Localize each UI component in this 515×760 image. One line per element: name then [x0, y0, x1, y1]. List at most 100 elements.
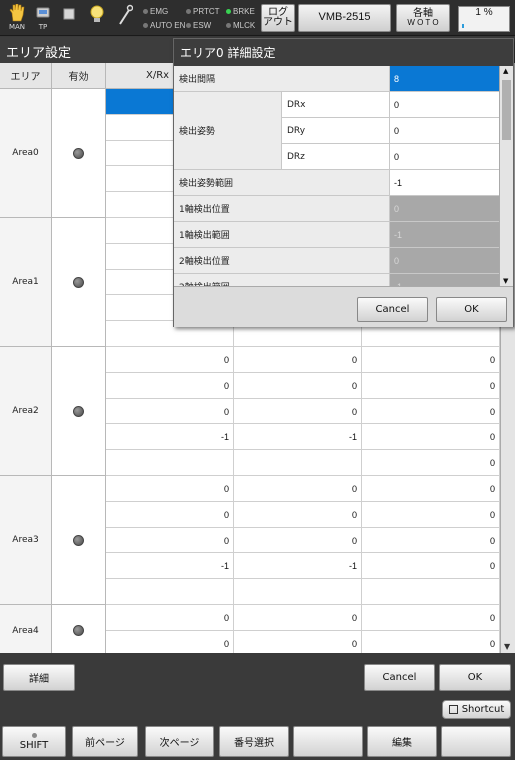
- table-cell[interactable]: 0: [106, 630, 234, 653]
- dialog-cancel-button[interactable]: Cancel: [357, 297, 428, 322]
- area-enabled-toggle[interactable]: [52, 605, 106, 653]
- hand-icon[interactable]: MAN: [4, 2, 30, 34]
- table-cell[interactable]: 0: [362, 553, 500, 580]
- tool-icon[interactable]: [112, 2, 138, 34]
- fkey-number-select[interactable]: 番号選択: [219, 726, 289, 757]
- table-cell[interactable]: 0: [106, 476, 234, 502]
- model-button[interactable]: VMB-2515: [298, 4, 391, 32]
- scroll-thumb[interactable]: [502, 80, 511, 140]
- fkey-empty-5[interactable]: [293, 726, 363, 757]
- setting-value-axis2-range[interactable]: -1: [390, 274, 499, 286]
- stop-icon[interactable]: [56, 2, 82, 34]
- table-cell[interactable]: 0: [362, 527, 500, 554]
- setting-label: 検出姿勢範囲: [174, 170, 390, 196]
- table-cell[interactable]: [106, 579, 234, 605]
- table-cell[interactable]: 0: [234, 527, 362, 554]
- logout-button[interactable]: ログ アウト: [261, 4, 295, 32]
- table-cell[interactable]: 0: [362, 501, 500, 528]
- table-cell[interactable]: 0: [362, 450, 500, 476]
- table-cell[interactable]: 0: [234, 347, 362, 373]
- table-cell[interactable]: [106, 450, 234, 476]
- setting-label: 1軸検出範囲: [174, 222, 390, 248]
- setting-value-axis1-position[interactable]: 0: [390, 196, 499, 222]
- scroll-down-icon[interactable]: ▼: [503, 277, 508, 285]
- table-cell[interactable]: [234, 579, 362, 605]
- setting-sub-label: DRz: [282, 144, 390, 170]
- table-cell[interactable]: 0: [234, 398, 362, 425]
- table-cell[interactable]: 0: [106, 605, 234, 631]
- area-label: Area1: [0, 218, 52, 347]
- table-cell[interactable]: 0: [234, 372, 362, 399]
- table-cell[interactable]: 0: [234, 501, 362, 528]
- table-cell[interactable]: 0: [362, 605, 500, 631]
- indicator-dot: [226, 23, 231, 28]
- bulb-icon[interactable]: [84, 2, 110, 34]
- setting-value-axis1-range[interactable]: -1: [390, 222, 499, 248]
- fkey-next-page[interactable]: 次ページ: [145, 726, 214, 757]
- indicator-esw: ESW: [186, 21, 211, 30]
- indicator-dot: [143, 9, 148, 14]
- table-cell[interactable]: [362, 579, 500, 605]
- table-cell[interactable]: 0: [362, 424, 500, 451]
- table-cell[interactable]: 0: [106, 501, 234, 528]
- table-cell[interactable]: 0: [362, 476, 500, 502]
- detail-button[interactable]: 詳細: [3, 664, 75, 691]
- table-cell[interactable]: -1: [234, 553, 362, 580]
- fkey-label: SHIFT: [19, 739, 49, 751]
- table-cell[interactable]: 0: [362, 347, 500, 373]
- col-header-area: エリア: [0, 63, 52, 89]
- indicator-label: MLCK: [233, 21, 256, 30]
- speed-bar: [462, 24, 464, 28]
- axis-mode-button[interactable]: 各軸 W O T O: [396, 4, 450, 32]
- area-enabled-toggle[interactable]: [52, 218, 106, 347]
- area-enabled-toggle[interactable]: [52, 476, 106, 605]
- fkey-edit[interactable]: 編集: [367, 726, 437, 757]
- setting-value-posture-range[interactable]: -1: [390, 170, 499, 196]
- setting-value-drz[interactable]: 0: [390, 144, 499, 170]
- table-cell[interactable]: 0: [234, 605, 362, 631]
- setting-label: 2軸検出範囲: [174, 274, 390, 286]
- indicator-label: AUTO EN: [150, 21, 186, 30]
- table-cell[interactable]: 0: [234, 630, 362, 653]
- setting-sub-label: DRy: [282, 118, 390, 144]
- table-cell[interactable]: -1: [106, 424, 234, 451]
- table-cell[interactable]: 0: [234, 476, 362, 502]
- dialog-ok-button[interactable]: OK: [436, 297, 507, 322]
- table-cell[interactable]: 0: [106, 347, 234, 373]
- table-cell[interactable]: 0: [362, 630, 500, 653]
- table-cell[interactable]: -1: [106, 553, 234, 580]
- setting-value-axis2-position[interactable]: 0: [390, 248, 499, 274]
- indicator-prtct: PRTCT: [186, 7, 220, 16]
- indicator-label: EMG: [150, 7, 169, 16]
- axis-sub-label: W O T O: [407, 18, 439, 28]
- table-cell[interactable]: [234, 450, 362, 476]
- table-cell[interactable]: 0: [362, 372, 500, 399]
- scroll-down-icon[interactable]: ▼: [504, 642, 510, 651]
- table-cell[interactable]: 0: [362, 398, 500, 425]
- scroll-up-icon[interactable]: ▲: [503, 67, 508, 75]
- table-cell[interactable]: 0: [106, 372, 234, 399]
- table-cell[interactable]: 0: [106, 398, 234, 425]
- speed-override[interactable]: 1 %: [458, 6, 510, 32]
- indicator-mlck: MLCK: [226, 21, 255, 30]
- fkey-empty-7[interactable]: [441, 726, 511, 757]
- area-enabled-toggle[interactable]: [52, 89, 106, 218]
- setting-value-drx[interactable]: 0: [390, 92, 499, 118]
- fkey-prev-page[interactable]: 前ページ: [72, 726, 138, 757]
- dialog-scrollbar[interactable]: ▲ ▼: [499, 66, 513, 286]
- shortcut-button[interactable]: Shortcut: [442, 700, 511, 719]
- cancel-button[interactable]: Cancel: [364, 664, 435, 691]
- area-label: Area0: [0, 89, 52, 218]
- shortcut-label: Shortcut: [461, 704, 505, 715]
- teach-pendant-icon[interactable]: TP: [30, 2, 56, 34]
- table-cell[interactable]: 0: [106, 527, 234, 554]
- ok-button[interactable]: OK: [439, 664, 511, 691]
- setting-value-detect-interval[interactable]: 8: [390, 66, 499, 92]
- area-enabled-toggle[interactable]: [52, 347, 106, 476]
- setting-value-dry[interactable]: 0: [390, 118, 499, 144]
- fkey-shift[interactable]: SHIFT: [2, 726, 66, 757]
- table-cell[interactable]: -1: [234, 424, 362, 451]
- area-label: Area2: [0, 347, 52, 476]
- radio-icon: [73, 534, 84, 546]
- shortcut-icon: [448, 705, 458, 714]
